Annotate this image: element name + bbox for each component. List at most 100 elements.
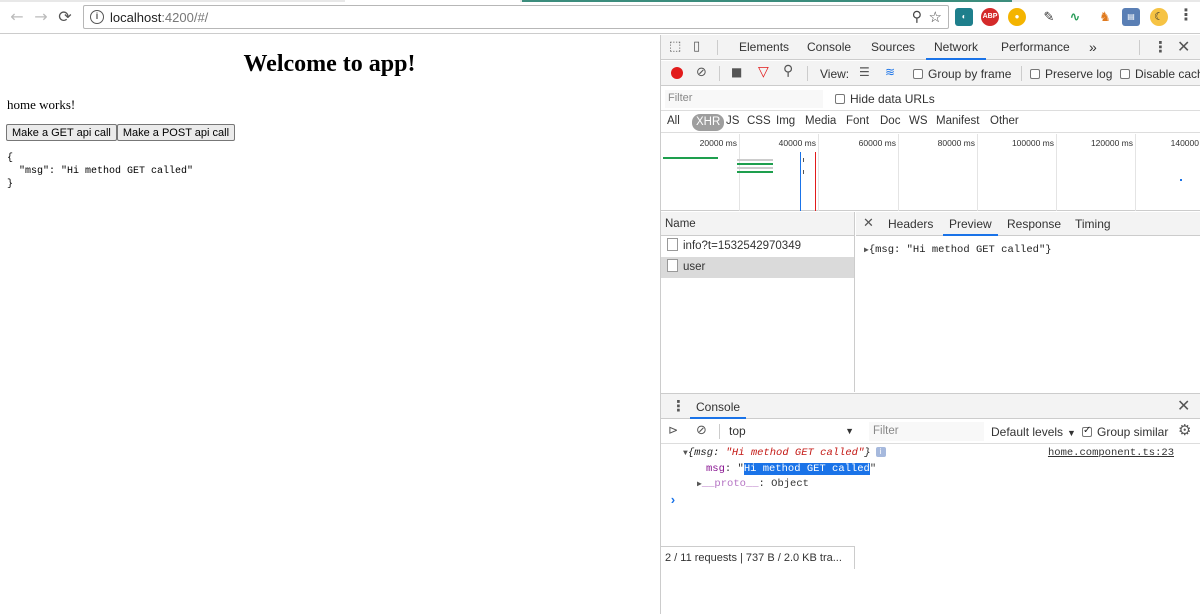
- network-filter-input[interactable]: Filter: [665, 90, 823, 108]
- context-value: top: [729, 424, 746, 438]
- sidebar-toggle-icon[interactable]: ⊳: [668, 423, 678, 437]
- request-detail: ✕ Headers Preview Response Timing ▶{msg:…: [856, 212, 1200, 392]
- reload-icon[interactable]: ⟳: [56, 8, 74, 26]
- preserve-log-option[interactable]: Preserve log: [1030, 67, 1112, 81]
- timeline-bar: [803, 158, 804, 162]
- clear-console-icon[interactable]: ⊘: [696, 423, 707, 438]
- inspect-element-icon[interactable]: ⬚: [669, 39, 681, 54]
- type-ws[interactable]: WS: [909, 115, 928, 127]
- type-manifest[interactable]: Manifest: [936, 115, 979, 127]
- hide-data-urls-checkbox[interactable]: [835, 94, 845, 104]
- browser-menu-icon[interactable]: ⋮: [1178, 7, 1194, 25]
- page-title: Welcome to app!: [243, 51, 416, 77]
- timeline-gridline: [898, 134, 899, 211]
- detail-tab-response[interactable]: Response: [1001, 212, 1067, 236]
- color-picker-extension-icon[interactable]: ✎: [1040, 8, 1058, 26]
- monitor-extension-icon[interactable]: ▤: [1122, 8, 1140, 26]
- waterfall-icon[interactable]: ≋: [885, 65, 895, 79]
- close-detail-icon[interactable]: ✕: [863, 216, 874, 231]
- group-similar-checkbox[interactable]: [1082, 425, 1092, 437]
- mode-extension-icon[interactable]: ☾: [1150, 8, 1168, 26]
- search-icon[interactable]: ⚲: [783, 63, 793, 79]
- type-img[interactable]: Img: [776, 115, 795, 127]
- dropdown-arrow-icon: ▼: [845, 426, 854, 436]
- address-bar[interactable]: i localhost:4200/#/ ⚲ ☆: [83, 5, 949, 29]
- console-prompt[interactable]: ›: [661, 493, 1200, 509]
- divider: [719, 424, 720, 439]
- devtools-menu-icon[interactable]: ⋮: [1153, 38, 1168, 56]
- divider: [719, 66, 720, 81]
- timeline-tick-label: 60000 ms: [858, 138, 896, 148]
- clear-icon[interactable]: ⊘: [696, 65, 707, 80]
- detail-tab-headers[interactable]: Headers: [882, 212, 939, 236]
- screenshot-icon[interactable]: ■: [731, 65, 742, 79]
- hide-data-urls-label: Hide data URLs: [850, 92, 935, 106]
- tab-performance[interactable]: Performance: [993, 35, 1078, 60]
- detail-tab-timing[interactable]: Timing: [1069, 212, 1117, 236]
- bookmark-star-icon[interactable]: ☆: [929, 8, 942, 26]
- preview-object[interactable]: ▶{msg: "Hi method GET called"}: [864, 244, 1052, 256]
- divider: [717, 40, 718, 55]
- post-api-button[interactable]: Make a POST api call: [116, 124, 236, 141]
- request-row[interactable]: info?t=1532542970349: [661, 236, 854, 257]
- url-text[interactable]: localhost:4200/#/: [110, 10, 208, 25]
- back-arrow-icon[interactable]: ←: [8, 8, 26, 26]
- hide-data-urls-option[interactable]: Hide data URLs: [835, 92, 935, 106]
- get-api-button[interactable]: Make a GET api call: [6, 124, 117, 141]
- group-by-frame-option[interactable]: Group by frame: [913, 67, 1011, 81]
- tab-elements[interactable]: Elements: [731, 35, 797, 60]
- api-button-row: Make a GET api call Make a POST api call: [6, 124, 236, 141]
- large-rows-icon[interactable]: ☰: [859, 65, 870, 79]
- page-ruler-extension-icon[interactable]: ◐: [955, 8, 973, 26]
- console-proto[interactable]: ▶__proto__: Object: [661, 477, 1200, 493]
- type-all[interactable]: All: [667, 115, 680, 127]
- drawer-menu-icon[interactable]: ⋮: [671, 397, 686, 415]
- tab-network[interactable]: Network: [926, 35, 987, 60]
- console-drawer: ⋮ Console ✕ ⊳ ⊘ top ▼ Filter Default leve…: [661, 393, 1200, 614]
- type-media[interactable]: Media: [805, 115, 836, 127]
- zoom-icon[interactable]: ⚲: [912, 9, 922, 25]
- console-filter-input[interactable]: Filter: [869, 422, 984, 441]
- type-doc[interactable]: Doc: [880, 115, 900, 127]
- disable-cache-checkbox[interactable]: [1120, 69, 1130, 79]
- request-row-selected[interactable]: user: [661, 257, 854, 278]
- drawer-tab-console[interactable]: Console: [690, 395, 747, 419]
- preserve-log-label: Preserve log: [1045, 67, 1113, 81]
- type-font[interactable]: Font: [846, 115, 869, 127]
- detail-tab-preview[interactable]: Preview: [943, 212, 998, 236]
- device-toolbar-icon[interactable]: ▯: [693, 39, 700, 54]
- timeline-bar: [1180, 179, 1182, 181]
- log-levels-dropdown[interactable]: Default levels ▼: [991, 425, 1076, 439]
- adblock-extension-icon[interactable]: ABP: [981, 8, 999, 26]
- close-drawer-icon[interactable]: ✕: [1177, 396, 1190, 415]
- console-message[interactable]: ▼{msg: "Hi method GET called"} i home.com…: [661, 446, 1200, 462]
- source-link[interactable]: home.component.ts:23: [1048, 446, 1174, 461]
- tab-sources[interactable]: Sources: [863, 35, 923, 60]
- group-by-frame-checkbox[interactable]: [913, 69, 923, 79]
- type-js[interactable]: JS: [726, 115, 739, 127]
- record-icon[interactable]: [671, 67, 683, 79]
- close-devtools-icon[interactable]: ✕: [1177, 37, 1190, 56]
- preserve-log-checkbox[interactable]: [1030, 69, 1040, 79]
- analytics-extension-icon[interactable]: ∿: [1066, 8, 1084, 26]
- forward-arrow-icon[interactable]: →: [32, 8, 50, 26]
- file-icon: [667, 238, 678, 251]
- type-other[interactable]: Other: [990, 115, 1019, 127]
- chrome-extension-icon[interactable]: ●: [1008, 8, 1026, 26]
- filter-icon[interactable]: ▽: [758, 64, 769, 80]
- network-overview-timeline[interactable]: 20000 ms 40000 ms 60000 ms 80000 ms 1000…: [661, 134, 1200, 211]
- context-selector[interactable]: top ▼: [723, 422, 858, 441]
- site-info-icon[interactable]: i: [90, 10, 104, 24]
- console-settings-gear-icon[interactable]: ⚙: [1178, 421, 1191, 439]
- more-tabs-icon[interactable]: »: [1081, 35, 1105, 60]
- property-value: Hi method GET called: [743, 462, 870, 475]
- disable-cache-option[interactable]: Disable cach: [1120, 67, 1200, 81]
- group-similar-option[interactable]: Group similar: [1082, 425, 1168, 439]
- type-css[interactable]: CSS: [747, 115, 771, 127]
- type-xhr[interactable]: XHR: [692, 114, 725, 131]
- name-column-header[interactable]: Name: [661, 212, 854, 236]
- tab-console[interactable]: Console: [799, 35, 859, 60]
- object-info-icon[interactable]: i: [875, 447, 886, 457]
- timeline-bar: [737, 171, 773, 173]
- fox-extension-icon[interactable]: ♞: [1096, 8, 1114, 26]
